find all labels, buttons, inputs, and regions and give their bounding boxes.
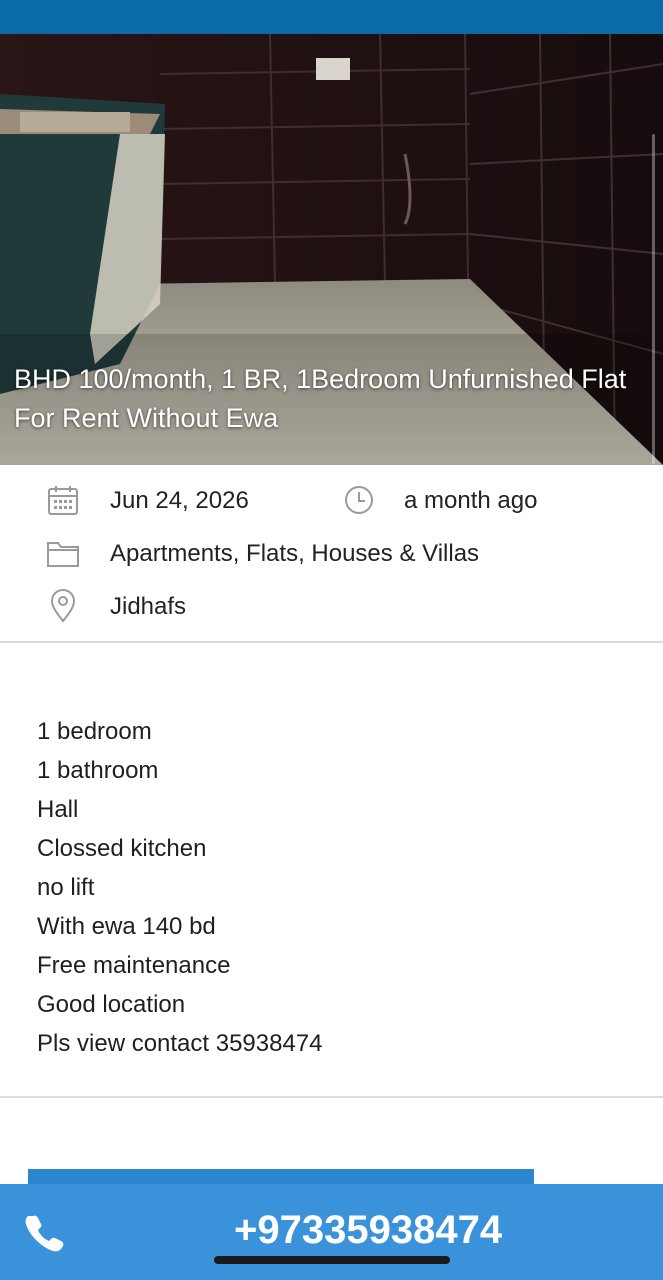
folder-icon [46,536,80,570]
listing-meta: Jun 24, 2026 a month ago Apartments, Fla… [0,465,663,643]
description-line: 1 bedroom [37,718,152,745]
listing-posted-ago: a month ago [404,487,538,514]
listing-photo[interactable]: BHD 100/month, 1 BR, 1Bedroom Unfurnishe… [0,34,663,465]
description-line: Free maintenance [37,952,231,979]
listing-date: Jun 24, 2026 [110,487,249,514]
phone-icon[interactable] [24,1212,64,1252]
section-divider [0,1096,663,1098]
description-line: With ewa 140 bd [37,913,216,940]
listing-category[interactable]: Apartments, Flats, Houses & Villas [110,540,479,568]
clock-icon [342,483,376,517]
listing-title: BHD 100/month, 1 BR, 1Bedroom Unfurnishe… [14,364,627,433]
home-indicator[interactable] [214,1256,450,1264]
description-line: Good location [37,991,186,1018]
phone-number[interactable]: +97335938474 [234,1208,502,1253]
description-line: no lift [37,874,95,901]
calendar-icon [46,483,80,517]
map-pin-icon [46,589,80,623]
scroll-indicator [652,134,655,464]
listing-location[interactable]: Jidhafs [110,593,186,621]
description-line: Pls view contact 35938474 [37,1030,323,1057]
description-line: Hall [37,796,79,823]
description-line: 1 bathroom [37,757,159,784]
listing-description: 1 bedroom 1 bathroom Hall Clossed kitche… [37,712,637,1063]
app-top-bar [0,0,663,34]
description-line: Clossed kitchen [37,835,207,862]
